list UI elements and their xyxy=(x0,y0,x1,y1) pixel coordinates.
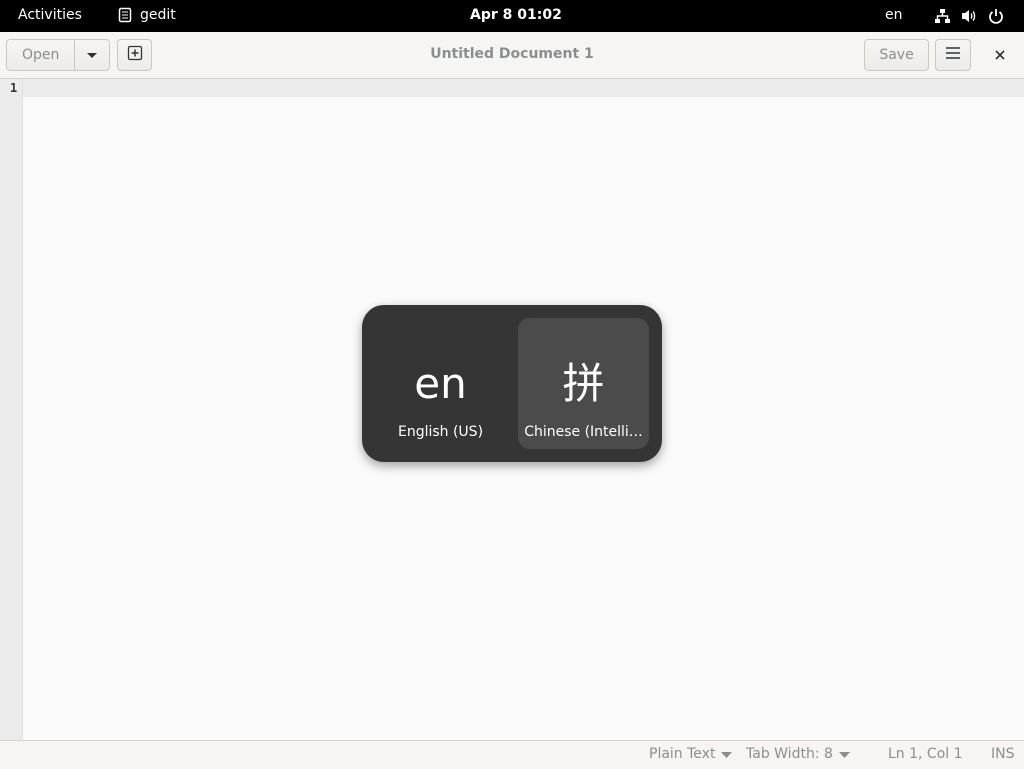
current-line-highlight xyxy=(23,79,1024,97)
hamburger-menu-button[interactable] xyxy=(935,39,971,71)
language-label: Plain Text xyxy=(649,746,716,762)
open-button[interactable]: Open xyxy=(7,40,76,70)
app-menu[interactable]: gedit xyxy=(118,7,176,23)
chevron-down-icon xyxy=(721,746,733,762)
app-name: gedit xyxy=(140,7,176,23)
input-source-indicator[interactable]: en xyxy=(885,7,903,23)
open-button-group: Open xyxy=(6,39,110,71)
input-source-name: Chinese (Intelli… xyxy=(524,424,643,440)
input-source-symbol: en xyxy=(414,359,467,408)
new-tab-button[interactable] xyxy=(117,39,152,71)
input-source-english[interactable]: en English (US) xyxy=(375,318,506,449)
input-source-symbol: 拼 xyxy=(562,359,605,408)
insert-mode-indicator: INS xyxy=(991,746,1015,762)
new-tab-icon xyxy=(127,45,143,65)
hamburger-menu-icon xyxy=(945,46,961,64)
close-icon xyxy=(994,46,1006,65)
system-status-menu[interactable] xyxy=(934,8,1004,24)
top-bar: Activities gedit Apr 8 01:02 en xyxy=(0,0,1024,32)
language-selector[interactable]: Plain Text xyxy=(649,746,733,762)
input-source-switcher: en English (US) 拼 Chinese (Intelli… xyxy=(362,305,662,462)
tab-width-label: Tab Width: 8 xyxy=(746,746,833,762)
close-window-button[interactable] xyxy=(988,46,1012,64)
volume-icon xyxy=(961,8,978,24)
activities-button[interactable]: Activities xyxy=(18,7,82,23)
clock[interactable]: Apr 8 01:02 xyxy=(470,7,562,23)
power-icon xyxy=(988,8,1004,24)
network-wired-icon xyxy=(934,8,951,24)
tab-width-selector[interactable]: Tab Width: 8 xyxy=(746,746,850,762)
line-number-gutter: 1 xyxy=(0,79,23,740)
status-bar: Plain Text Tab Width: 8 Ln 1, Col 1 INS xyxy=(0,740,1024,769)
gedit-app-icon xyxy=(118,7,132,23)
input-source-name: English (US) xyxy=(397,424,484,440)
save-button[interactable]: Save xyxy=(864,39,929,71)
input-source-chinese[interactable]: 拼 Chinese (Intelli… xyxy=(518,318,649,449)
open-dropdown-button[interactable] xyxy=(75,47,109,63)
chevron-down-icon xyxy=(838,746,850,762)
header-bar: Open Save xyxy=(0,32,1024,79)
chevron-down-icon xyxy=(86,47,98,63)
cursor-position[interactable]: Ln 1, Col 1 xyxy=(888,746,963,762)
line-number: 1 xyxy=(10,81,18,95)
